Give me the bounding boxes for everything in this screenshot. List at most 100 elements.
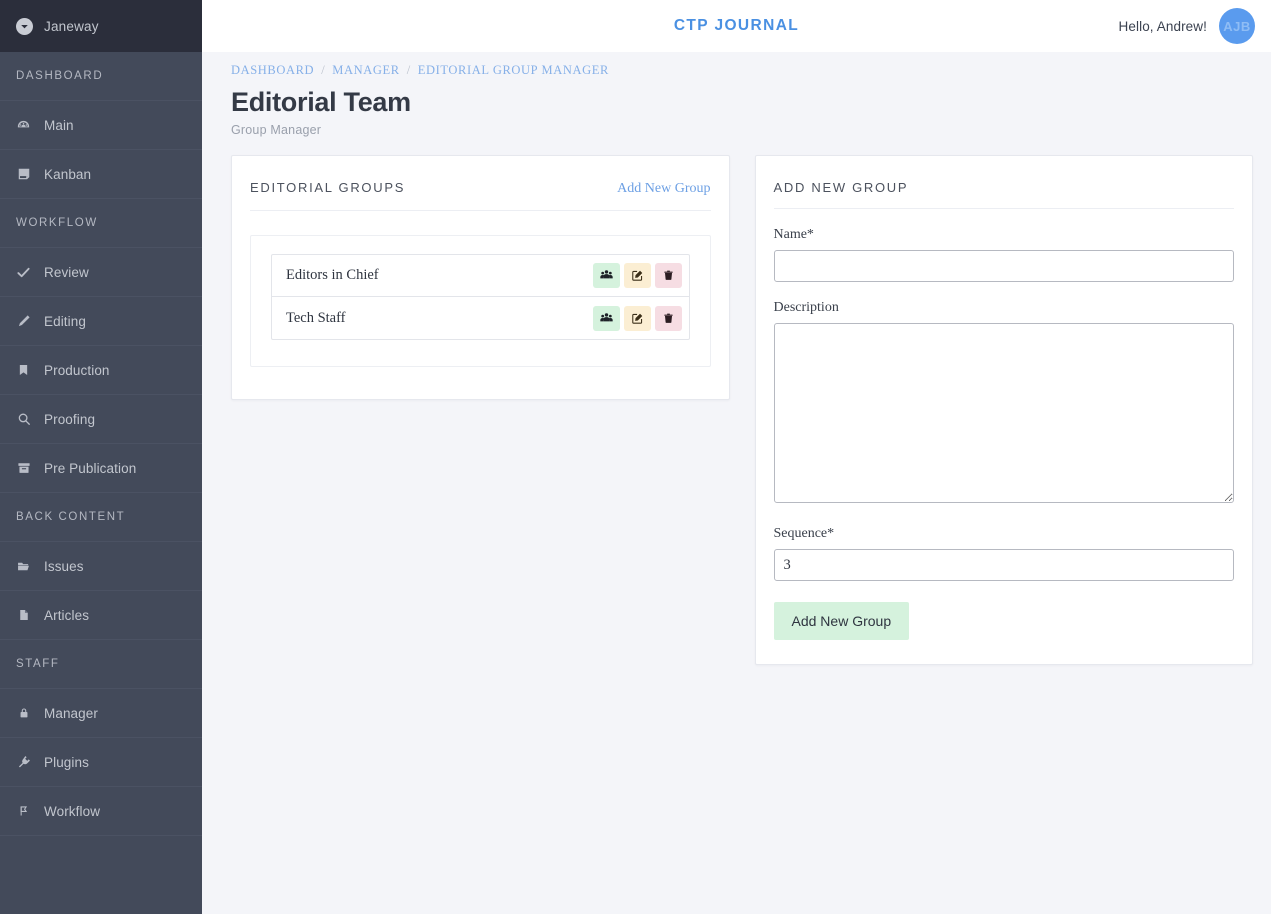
sidebar-filler <box>0 836 202 914</box>
content-area: DASHBOARD / MANAGER / EDITORIAL GROUP MA… <box>202 52 1271 914</box>
sidebar-item-pre-publication[interactable]: Pre Publication <box>0 444 202 493</box>
journal-title: CTP JOURNAL <box>202 17 1271 35</box>
group-row-actions <box>593 306 682 331</box>
sidebar-item-label: Plugins <box>44 755 89 770</box>
name-input[interactable] <box>774 250 1235 282</box>
sidebar-section-staff: STAFF <box>0 640 202 689</box>
groups-list: Editors in Chief Tech Staff <box>271 254 690 340</box>
description-label: Description <box>774 300 1235 316</box>
pencil-square-icon <box>631 269 644 282</box>
sidebar-section-workflow: WORKFLOW <box>0 199 202 248</box>
app-root: Janeway DASHBOARD Main Kanban WORKFLOW Revie… <box>0 0 1271 914</box>
page-subtitle: Group Manager <box>231 123 1253 137</box>
sequence-label: Sequence* <box>774 526 1235 542</box>
sidebar-item-label: Proofing <box>44 412 95 427</box>
sidebar-item-label: Workflow <box>44 804 100 819</box>
sidebar-item-kanban[interactable]: Kanban <box>0 150 202 199</box>
add-new-group-card: ADD NEW GROUP Name* Description Sequence… <box>755 155 1254 665</box>
kanban-board-icon <box>16 167 31 182</box>
sidebar-nav: DASHBOARD Main Kanban WORKFLOW Review Editing… <box>0 52 202 836</box>
editorial-groups-title: EDITORIAL GROUPS <box>250 180 405 195</box>
avatar[interactable]: AJB <box>1219 8 1255 44</box>
topbar: CTP JOURNAL Hello, Andrew! AJB <box>202 0 1271 52</box>
sidebar-item-label: Pre Publication <box>44 461 136 476</box>
sidebar-item-issues[interactable]: Issues <box>0 542 202 591</box>
archive-icon <box>16 461 31 476</box>
main-area: CTP JOURNAL Hello, Andrew! AJB DASHBOARD… <box>202 0 1271 914</box>
sidebar-item-label: Manager <box>44 706 98 721</box>
delete-button[interactable] <box>655 263 682 288</box>
check-icon <box>16 265 31 280</box>
add-new-group-title: ADD NEW GROUP <box>774 180 909 195</box>
name-field-group: Name* <box>774 227 1235 282</box>
delete-button[interactable] <box>655 306 682 331</box>
sidebar-item-main[interactable]: Main <box>0 101 202 150</box>
pencil-icon <box>16 314 31 329</box>
add-new-group-link[interactable]: Add New Group <box>617 181 710 197</box>
sidebar-item-proofing[interactable]: Proofing <box>0 395 202 444</box>
group-name: Editors in Chief <box>286 267 593 284</box>
panels: EDITORIAL GROUPS Add New Group Editors i… <box>231 155 1253 665</box>
chevron-circle-down-icon <box>16 18 33 35</box>
topbar-user-area: Hello, Andrew! AJB <box>1119 8 1255 44</box>
page-title: Editorial Team <box>231 87 1253 118</box>
editorial-groups-card: EDITORIAL GROUPS Add New Group Editors i… <box>231 155 730 400</box>
editorial-groups-header: EDITORIAL GROUPS Add New Group <box>250 156 711 211</box>
add-new-group-button[interactable]: Add New Group <box>774 602 910 640</box>
file-icon <box>16 608 31 623</box>
search-icon <box>16 412 31 427</box>
sidebar-item-manager[interactable]: Manager <box>0 689 202 738</box>
edit-button[interactable] <box>624 263 651 288</box>
members-button[interactable] <box>593 263 620 288</box>
greeting-text: Hello, Andrew! <box>1119 19 1207 34</box>
group-row-actions <box>593 263 682 288</box>
brand-name: Janeway <box>44 19 99 34</box>
group-name: Tech Staff <box>286 310 593 327</box>
name-label: Name* <box>774 227 1235 243</box>
sidebar-item-label: Main <box>44 118 74 133</box>
add-new-group-header: ADD NEW GROUP <box>774 156 1235 209</box>
sidebar-item-label: Kanban <box>44 167 91 182</box>
sidebar-item-label: Issues <box>44 559 84 574</box>
sidebar-item-label: Editing <box>44 314 86 329</box>
sidebar-item-label: Review <box>44 265 89 280</box>
trash-icon <box>663 312 674 325</box>
description-field-group: Description <box>774 300 1235 508</box>
bookmark-icon <box>16 363 31 378</box>
folder-open-icon <box>16 559 31 574</box>
breadcrumb-item-manager[interactable]: MANAGER <box>332 63 399 78</box>
group-row: Editors in Chief <box>272 255 689 297</box>
dashboard-icon <box>16 118 31 133</box>
description-textarea[interactable] <box>774 323 1235 503</box>
sidebar-item-production[interactable]: Production <box>0 346 202 395</box>
sidebar-section-back-content: BACK CONTENT <box>0 493 202 542</box>
breadcrumb-separator: / <box>407 63 411 78</box>
sidebar-item-articles[interactable]: Articles <box>0 591 202 640</box>
breadcrumb-separator: / <box>321 63 325 78</box>
group-row: Tech Staff <box>272 297 689 339</box>
sidebar: Janeway DASHBOARD Main Kanban WORKFLOW Revie… <box>0 0 202 914</box>
edit-button[interactable] <box>624 306 651 331</box>
sidebar-section-dashboard: DASHBOARD <box>0 52 202 101</box>
plug-icon <box>16 755 31 770</box>
sidebar-item-plugins[interactable]: Plugins <box>0 738 202 787</box>
users-icon <box>600 312 613 325</box>
sidebar-item-workflow[interactable]: Workflow <box>0 787 202 836</box>
sidebar-item-review[interactable]: Review <box>0 248 202 297</box>
sidebar-item-label: Production <box>44 363 110 378</box>
trash-icon <box>663 269 674 282</box>
breadcrumb-item-dashboard[interactable]: DASHBOARD <box>231 63 314 78</box>
users-icon <box>600 269 613 282</box>
breadcrumb: DASHBOARD / MANAGER / EDITORIAL GROUP MA… <box>220 52 1253 78</box>
brand-header[interactable]: Janeway <box>0 0 202 52</box>
breadcrumb-item-editorial-group-manager[interactable]: EDITORIAL GROUP MANAGER <box>418 63 609 78</box>
lock-icon <box>16 706 31 721</box>
sidebar-item-editing[interactable]: Editing <box>0 297 202 346</box>
sequence-field-group: Sequence* <box>774 526 1235 581</box>
sequence-input[interactable] <box>774 549 1235 581</box>
flag-icon <box>16 804 31 819</box>
groups-list-container: Editors in Chief Tech Staff <box>250 235 711 367</box>
pencil-square-icon <box>631 312 644 325</box>
members-button[interactable] <box>593 306 620 331</box>
sidebar-item-label: Articles <box>44 608 89 623</box>
